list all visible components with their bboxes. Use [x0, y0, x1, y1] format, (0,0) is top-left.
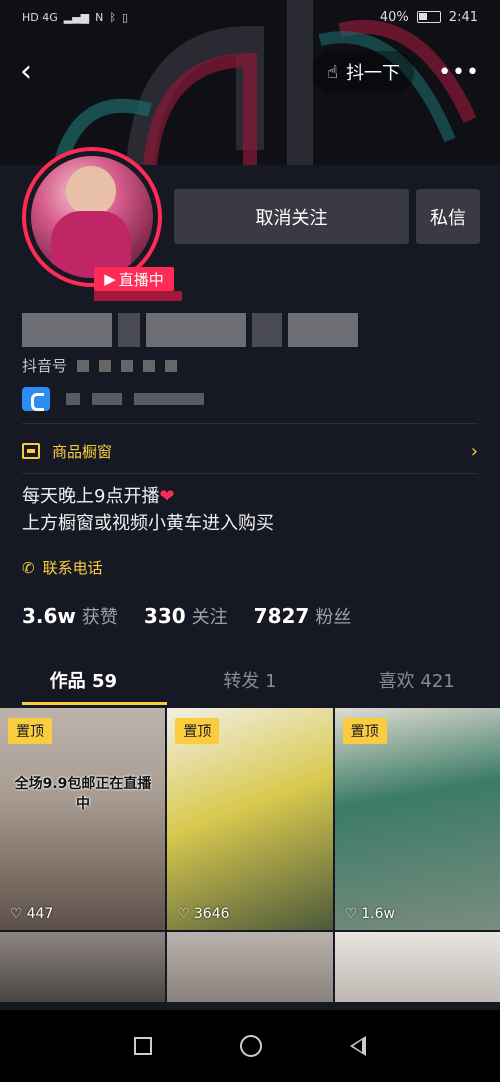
signal-icon: ▂▄▆ — [63, 10, 90, 24]
tab-reposts[interactable]: 转发 1 — [167, 655, 334, 705]
video-thumbnail[interactable] — [0, 932, 166, 1002]
video-caption: 全场9.9包邮正在直播中 — [14, 776, 152, 812]
likes-count: 447 — [26, 906, 54, 922]
nav-back-icon[interactable] — [350, 1036, 366, 1056]
video-likes: ♡ 447 — [10, 906, 53, 922]
stat-likes[interactable]: 3.6w 获赞 — [22, 603, 118, 629]
content-tabs: 作品 59 转发 1 喜欢 421 — [0, 655, 500, 705]
stat-value: 7827 — [253, 604, 310, 628]
signal-text: HD 4G — [22, 10, 58, 24]
live-badge-label: 直播中 — [118, 270, 164, 289]
stat-value: 3.6w — [22, 604, 76, 628]
status-signal: HD 4G ▂▄▆ N ᛒ ▯ — [22, 11, 128, 24]
video-thumbnail[interactable]: 置顶 ♡ 3646 — [167, 708, 333, 930]
live-badge-underline — [94, 291, 182, 301]
douyin-id-blurred — [77, 359, 178, 372]
likes-count: 1.6w — [361, 906, 395, 922]
bio-line-2: 上方橱窗或视频小黄车进入购买 — [22, 513, 274, 534]
tab-works[interactable]: 作品 59 — [0, 655, 167, 705]
shop-window-icon — [22, 443, 40, 459]
shop-window-label: 商品橱窗 — [52, 442, 113, 461]
tab-likes[interactable]: 喜欢 421 — [333, 655, 500, 705]
profile-section: ▶ 直播中 取消关注 私信 抖音号 商品橱窗 › 每天晚上9点开播❤ 上方橱窗或… — [0, 147, 500, 705]
video-likes: ♡ 3646 — [177, 906, 229, 922]
battery-icon — [416, 11, 441, 23]
divider — [22, 473, 478, 474]
stat-following[interactable]: 330 关注 — [144, 603, 228, 629]
bio: 每天晚上9点开播❤ 上方橱窗或视频小黄车进入购买 — [22, 483, 274, 537]
phone-icon: ✆ — [22, 558, 35, 577]
battery-percent: 40% — [379, 9, 409, 25]
heart-outline-icon: ♡ — [344, 906, 358, 922]
username-blurred — [22, 313, 362, 347]
stat-followers[interactable]: 7827 粉丝 — [254, 603, 352, 629]
vibrate-icon: ▯ — [122, 10, 129, 24]
video-thumbnail[interactable]: 置顶 全场9.9包邮正在直播中 ♡ 447 — [0, 708, 166, 930]
video-thumbnail[interactable]: 置顶 ♡ 1.6w — [334, 708, 500, 930]
clock: 2:41 — [448, 9, 478, 25]
linked-account-blurred — [66, 393, 204, 405]
pinned-badge: 置顶 — [342, 718, 387, 744]
video-likes: ♡ 1.6w — [345, 906, 395, 922]
stat-label: 关注 — [191, 607, 228, 628]
live-badge[interactable]: ▶ 直播中 — [94, 267, 174, 291]
status-bar: HD 4G ▂▄▆ N ᛒ ▯ 40% 2:41 — [0, 0, 500, 34]
stats-row: 3.6w 获赞 330 关注 7827 粉丝 — [22, 603, 351, 629]
message-button[interactable]: 私信 — [416, 189, 480, 244]
recents-icon[interactable] — [134, 1037, 152, 1055]
hand-point-icon: ☝ — [327, 61, 339, 83]
douyin-id: 抖音号 — [22, 355, 178, 376]
likes-count: 3646 — [193, 906, 230, 922]
douyin-id-label: 抖音号 — [22, 357, 68, 375]
shake-button[interactable]: ☝ 抖一下 — [313, 51, 415, 93]
pinned-badge: 置顶 — [175, 718, 220, 744]
chevron-right-icon: › — [470, 440, 478, 462]
unfollow-button[interactable]: 取消关注 — [174, 189, 409, 244]
video-thumbnail[interactable] — [167, 932, 333, 1002]
link-app-icon — [22, 387, 50, 411]
contact-phone[interactable]: ✆ 联系电话 — [22, 557, 103, 578]
video-grid: 置顶 全场9.9包邮正在直播中 ♡ 447 置顶 ♡ 3646 置顶 ♡ 1.6… — [0, 708, 500, 1002]
stat-value: 330 — [143, 604, 186, 628]
stat-label: 粉丝 — [315, 607, 352, 628]
stat-label: 获赞 — [81, 607, 118, 628]
pinned-badge: 置顶 — [8, 718, 52, 744]
video-thumbnail[interactable] — [334, 932, 500, 1002]
heart-outline-icon: ♡ — [10, 906, 23, 922]
home-icon[interactable] — [240, 1035, 262, 1057]
avatar-ring[interactable] — [22, 147, 162, 287]
contact-label: 联系电话 — [42, 559, 103, 577]
avatar — [31, 156, 153, 278]
top-bar: ‹ ☝ 抖一下 ••• — [0, 46, 500, 98]
back-arrow-icon[interactable]: ‹ — [20, 57, 32, 87]
more-dots-icon[interactable]: ••• — [438, 60, 480, 85]
play-icon: ▶ — [104, 270, 116, 288]
shop-window-row[interactable]: 商品橱窗 › — [22, 431, 478, 471]
heart-outline-icon: ♡ — [177, 906, 190, 922]
bio-line-1: 每天晚上9点开播 — [22, 486, 160, 507]
system-nav-bar — [0, 1010, 500, 1082]
nfc-icon: N — [95, 10, 104, 24]
shake-label: 抖一下 — [346, 63, 401, 84]
heart-icon: ❤ — [159, 486, 175, 507]
divider — [22, 423, 478, 424]
bluetooth-icon: ᛒ — [109, 10, 116, 24]
linked-account[interactable] — [22, 387, 204, 411]
